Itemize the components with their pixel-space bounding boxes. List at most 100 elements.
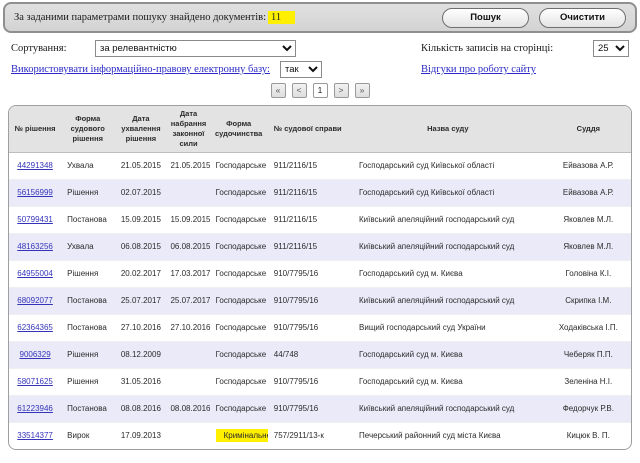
pagination: « < 1 > » bbox=[0, 80, 640, 103]
date-adopted-cell: 08.08.2016 bbox=[121, 404, 161, 413]
date-adopted-cell: 02.07.2015 bbox=[121, 188, 161, 197]
decision-link[interactable]: 33514377 bbox=[17, 431, 53, 440]
decision-link[interactable]: 50799431 bbox=[17, 215, 53, 224]
decision-form-cell: Постанова bbox=[67, 215, 107, 224]
date-effective-cell: 06.08.2015 bbox=[170, 242, 209, 251]
proceeding-form-cell: Господарське bbox=[216, 269, 267, 278]
sort-label: Сортування: bbox=[11, 43, 95, 54]
decision-form-cell: Ухвала bbox=[67, 242, 93, 251]
clear-button[interactable]: Очистити bbox=[539, 8, 626, 28]
date-adopted-cell: 25.07.2017 bbox=[121, 296, 161, 305]
legal-base-select[interactable]: так bbox=[280, 61, 322, 78]
date-adopted-cell: 08.12.2009 bbox=[121, 350, 161, 359]
decision-link[interactable]: 68092077 bbox=[17, 296, 53, 305]
results-count-value: 11 bbox=[268, 11, 295, 24]
proceeding-form-cell: Господарське bbox=[216, 323, 267, 332]
case-number-cell: 911/2116/15 bbox=[274, 215, 317, 224]
column-header-0: № рішення bbox=[9, 106, 61, 152]
decision-link[interactable]: 9006329 bbox=[20, 350, 51, 359]
decision-link[interactable]: 64955004 bbox=[17, 269, 53, 278]
results-table: № рішенняФорма судового рішенняДата ухва… bbox=[9, 106, 631, 449]
proceeding-form-cell: Господарське bbox=[216, 215, 267, 224]
date-adopted-cell: 06.08.2015 bbox=[121, 242, 161, 251]
results-count-label: За заданими параметрами пошуку знайдено … bbox=[14, 12, 266, 23]
court-name-cell: Київський апеляційний господарський суд bbox=[359, 215, 514, 224]
column-header-6: Назва суду bbox=[350, 106, 546, 152]
pagination-first-button[interactable]: « bbox=[271, 83, 286, 98]
judge-cell: Федорчук Р.В. bbox=[563, 404, 614, 413]
decision-form-cell: Постанова bbox=[67, 323, 107, 332]
decision-form-cell: Ухвала bbox=[67, 161, 93, 170]
pagination-prev-button[interactable]: < bbox=[292, 83, 307, 98]
court-name-cell: Київський апеляційний господарський суд bbox=[359, 296, 514, 305]
judge-cell: Кицюк В. П. bbox=[567, 431, 610, 440]
decision-form-cell: Рішення bbox=[67, 350, 98, 359]
decision-link[interactable]: 48163256 bbox=[17, 242, 53, 251]
case-number-cell: 910/7795/16 bbox=[274, 377, 319, 386]
table-row: 68092077Постанова25.07.201725.07.2017Гос… bbox=[9, 287, 631, 314]
date-adopted-cell: 21.05.2015 bbox=[121, 161, 161, 170]
case-number-cell: 910/7795/16 bbox=[274, 404, 319, 413]
decision-link[interactable]: 62364365 bbox=[17, 323, 53, 332]
case-number-cell: 910/7795/16 bbox=[274, 323, 319, 332]
date-adopted-cell: 20.02.2017 bbox=[121, 269, 161, 278]
column-header-4: Форма судочинства bbox=[210, 106, 268, 152]
pagination-last-button[interactable]: » bbox=[355, 83, 370, 98]
decision-form-cell: Вирок bbox=[67, 431, 89, 440]
decision-form-cell: Постанова bbox=[67, 404, 107, 413]
search-button[interactable]: Пошук bbox=[442, 8, 529, 28]
table-row: 62364365Постанова27.10.201627.10.2016Гос… bbox=[9, 314, 631, 341]
judge-cell: Ходаківська І.П. bbox=[559, 323, 618, 332]
date-effective-cell: 27.10.2016 bbox=[170, 323, 209, 332]
date-adopted-cell: 31.05.2016 bbox=[121, 377, 161, 386]
decision-link[interactable]: 61223946 bbox=[17, 404, 53, 413]
decision-link[interactable]: 56156999 bbox=[17, 188, 53, 197]
per-page-label: Кількість записів на сторінці: bbox=[421, 43, 553, 54]
pagination-page-1-button[interactable]: 1 bbox=[313, 83, 328, 98]
column-header-2: Дата ухвалення рішення bbox=[114, 106, 167, 152]
date-effective-cell: 21.05.2015 bbox=[170, 161, 209, 170]
table-row: 61223946Постанова08.08.201608.08.2016Гос… bbox=[9, 395, 631, 422]
decision-form-cell: Рішення bbox=[67, 377, 98, 386]
search-summary-panel: За заданими параметрами пошуку знайдено … bbox=[3, 2, 637, 33]
table-row: 58071625 Рішення 31.05.2016 Господарське 910… bbox=[9, 368, 631, 395]
decision-form-cell: Рішення bbox=[67, 269, 98, 278]
table-row: 33514377Вирок17.09.2013Кримінальне757/29… bbox=[9, 422, 631, 449]
judge-cell: Головіна К.І. bbox=[565, 269, 611, 278]
judge-cell: Скрипка І.М. bbox=[565, 296, 611, 305]
proceeding-form-cell: Кримінальне bbox=[216, 429, 268, 442]
court-name-cell: Київський апеляційний господарський суд bbox=[359, 404, 514, 413]
decision-link[interactable]: 58071625 bbox=[17, 377, 53, 386]
judge-cell: Чеберяк П.П. bbox=[564, 350, 613, 359]
decision-link[interactable]: 44291348 bbox=[17, 161, 53, 170]
feedback-link[interactable]: Відгуки про роботу сайту bbox=[421, 64, 536, 75]
pagination-next-button[interactable]: > bbox=[334, 83, 349, 98]
judge-cell: Ейвазова А.Р. bbox=[563, 161, 614, 170]
column-header-3: Дата набрання законної сили bbox=[167, 106, 209, 152]
controls-row-sorting: Сортування: за релевантністю Кількість з… bbox=[0, 38, 640, 59]
judge-cell: Яковлев М.Л. bbox=[563, 215, 613, 224]
proceeding-form-cell: Господарське bbox=[216, 350, 267, 359]
table-row: 9006329Рішення08.12.2009Господарське44/7… bbox=[9, 341, 631, 368]
column-header-1: Форма судового рішення bbox=[61, 106, 114, 152]
table-header-row: № рішенняФорма судового рішенняДата ухва… bbox=[9, 106, 631, 152]
court-name-cell: Господарський суд м. Києва bbox=[359, 377, 463, 386]
proceeding-form-cell: Господарське bbox=[216, 161, 267, 170]
per-page-select[interactable]: 25 bbox=[593, 40, 629, 57]
judge-cell: Ейвазова А.Р. bbox=[563, 188, 614, 197]
court-name-cell: Печерський районний суд міста Києва bbox=[359, 431, 501, 440]
court-name-cell: Господарський суд м. Києва bbox=[359, 269, 463, 278]
judge-cell: Яковлев М.Л. bbox=[563, 242, 613, 251]
table-row: 50799431Постанова15.09.201515.09.2015Гос… bbox=[9, 206, 631, 233]
proceeding-form-cell: Господарське bbox=[216, 377, 267, 386]
sort-select[interactable]: за релевантністю bbox=[95, 40, 296, 57]
court-name-cell: Господарський суд Київської області bbox=[359, 188, 494, 197]
court-name-cell: Вищий господарський суд України bbox=[359, 323, 486, 332]
table-row: 64955004Рішення20.02.201717.03.2017Госпо… bbox=[9, 260, 631, 287]
proceeding-form-cell: Господарське bbox=[216, 296, 267, 305]
proceeding-form-cell: Господарське bbox=[216, 242, 267, 251]
legal-base-link[interactable]: Використовувати інформаційно-правову еле… bbox=[11, 64, 270, 75]
case-number-cell: 910/7795/16 bbox=[274, 296, 319, 305]
judge-cell: Зеленіна Н.І. bbox=[564, 377, 612, 386]
case-number-cell: 757/2911/13-к bbox=[274, 431, 324, 440]
